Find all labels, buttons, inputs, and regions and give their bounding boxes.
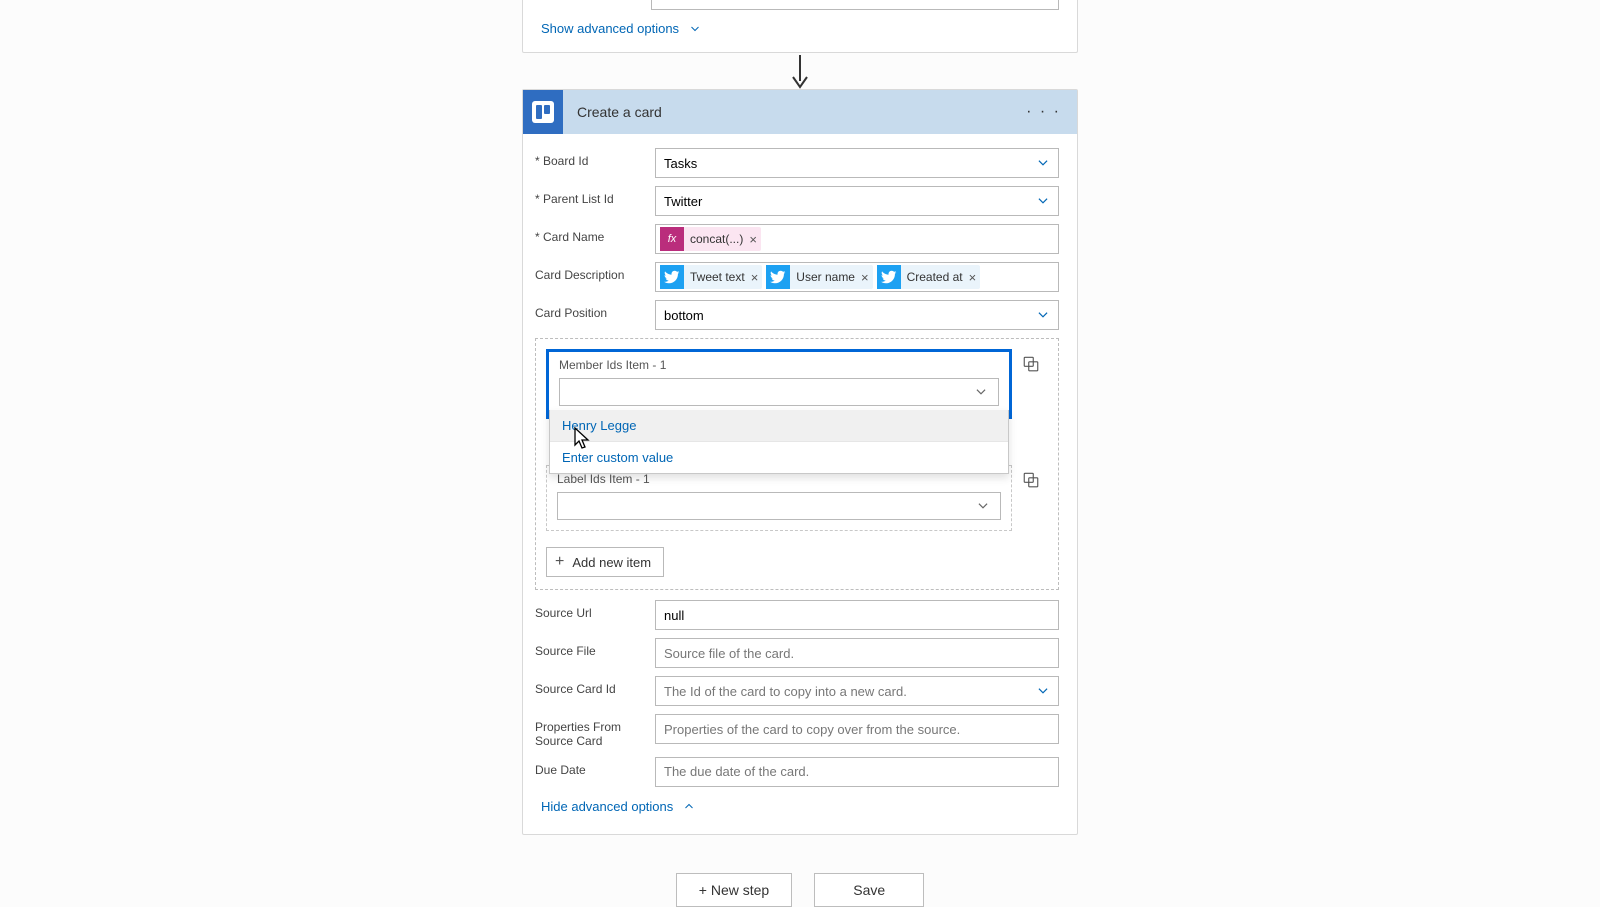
card-position-label: Card Position [535, 300, 655, 320]
token-label: Created at [907, 270, 963, 284]
card-position-select[interactable]: bottom [655, 300, 1059, 330]
plus-icon: + [555, 553, 564, 571]
member-ids-select[interactable] [559, 378, 999, 406]
chevron-up-icon [683, 800, 695, 812]
chevron-down-icon [689, 23, 701, 35]
chevron-down-icon [1036, 308, 1050, 322]
source-file-label: Source File [535, 638, 655, 658]
chevron-down-icon [1036, 156, 1050, 170]
member-ids-dropdown: Henry Legge Enter custom value [549, 410, 1009, 474]
show-advanced-label: Show advanced options [541, 21, 679, 36]
token-label: User name [796, 270, 855, 284]
dropdown-option-henry-legge[interactable]: Henry Legge [550, 410, 1008, 441]
label-ids-label: Label Ids Item - 1 [557, 472, 1001, 486]
source-card-id-select[interactable]: The Id of the card to copy into a new ca… [655, 676, 1059, 706]
props-from-source-input[interactable]: Properties of the card to copy over from… [655, 714, 1059, 744]
stub-input [651, 0, 1059, 10]
action-header[interactable]: Create a card · · · [523, 90, 1077, 134]
create-card-action: Create a card · · · * Board Id Tasks * P… [522, 89, 1078, 835]
add-new-item-label: Add new item [572, 555, 651, 570]
action-title: Create a card [563, 104, 1022, 120]
add-new-item-button[interactable]: + Add new item [546, 547, 664, 577]
board-id-label: * Board Id [535, 148, 655, 168]
previous-action-stub: Show advanced options [522, 0, 1078, 53]
chevron-down-icon [976, 499, 990, 513]
fx-icon: fx [660, 227, 684, 251]
props-from-source-placeholder: Properties of the card to copy over from… [664, 722, 960, 737]
token-label: Tweet text [690, 270, 745, 284]
remove-token-icon[interactable]: × [861, 270, 869, 285]
twitter-icon [660, 265, 684, 289]
source-file-input[interactable]: Source file of the card. [655, 638, 1059, 668]
remove-token-icon[interactable]: × [751, 270, 759, 285]
chevron-down-icon [1036, 194, 1050, 208]
board-id-value: Tasks [664, 156, 697, 171]
member-ids-item: Member Ids Item - 1 Henry Legge Enter cu… [546, 349, 1012, 419]
new-step-button[interactable]: + New step [676, 873, 792, 907]
chevron-down-icon [1036, 684, 1050, 698]
hide-advanced-link[interactable]: Hide advanced options [535, 795, 695, 828]
dropdown-option-custom-value[interactable]: Enter custom value [550, 442, 1008, 473]
board-id-select[interactable]: Tasks [655, 148, 1059, 178]
footer-actions: + New step Save [522, 873, 1078, 907]
remove-token-icon[interactable]: × [969, 270, 977, 285]
source-url-value: null [664, 608, 684, 623]
source-card-id-label: Source Card Id [535, 676, 655, 696]
fx-token-concat[interactable]: fx concat(...) × [660, 227, 761, 251]
dynamic-items-group: Member Ids Item - 1 Henry Legge Enter cu… [535, 338, 1059, 590]
label-ids-select[interactable] [557, 492, 1001, 520]
label-ids-item: Label Ids Item - 1 [546, 465, 1012, 531]
member-ids-label: Member Ids Item - 1 [559, 358, 999, 372]
props-from-source-label: Properties From Source Card [535, 714, 655, 749]
card-name-label: * Card Name [535, 224, 655, 244]
due-date-label: Due Date [535, 757, 655, 777]
dropdown-option-label: Enter custom value [562, 450, 673, 465]
hide-advanced-label: Hide advanced options [541, 799, 673, 814]
card-description-label: Card Description [535, 262, 655, 282]
show-advanced-link[interactable]: Show advanced options [541, 21, 701, 36]
due-date-input[interactable]: The due date of the card. [655, 757, 1059, 787]
action-menu-button[interactable]: · · · [1022, 103, 1065, 121]
source-card-id-placeholder: The Id of the card to copy into a new ca… [664, 684, 907, 699]
source-file-placeholder: Source file of the card. [664, 646, 794, 661]
remove-token-icon[interactable]: × [749, 232, 757, 247]
due-date-placeholder: The due date of the card. [664, 764, 809, 779]
chevron-down-icon [974, 385, 988, 399]
dynamic-content-icon[interactable] [1022, 355, 1040, 373]
token-user-name[interactable]: User name × [766, 265, 872, 289]
card-description-input[interactable]: Tweet text × User name × Created at × [655, 262, 1059, 292]
card-position-value: bottom [664, 308, 704, 323]
flow-arrow [522, 53, 1078, 89]
parent-list-id-value: Twitter [664, 194, 702, 209]
save-button[interactable]: Save [814, 873, 924, 907]
trello-icon [523, 90, 563, 134]
token-created-at[interactable]: Created at × [877, 265, 981, 289]
dropdown-option-label: Henry Legge [562, 418, 636, 433]
twitter-icon [766, 265, 790, 289]
parent-list-id-select[interactable]: Twitter [655, 186, 1059, 216]
twitter-icon [877, 265, 901, 289]
fx-token-label: concat(...) [690, 232, 743, 246]
token-tweet-text[interactable]: Tweet text × [660, 265, 762, 289]
card-name-input[interactable]: fx concat(...) × [655, 224, 1059, 254]
new-step-label: + New step [699, 882, 769, 898]
save-label: Save [853, 882, 885, 898]
parent-list-id-label: * Parent List Id [535, 186, 655, 206]
source-url-label: Source Url [535, 600, 655, 620]
source-url-input[interactable]: null [655, 600, 1059, 630]
dynamic-content-icon[interactable] [1022, 471, 1040, 489]
